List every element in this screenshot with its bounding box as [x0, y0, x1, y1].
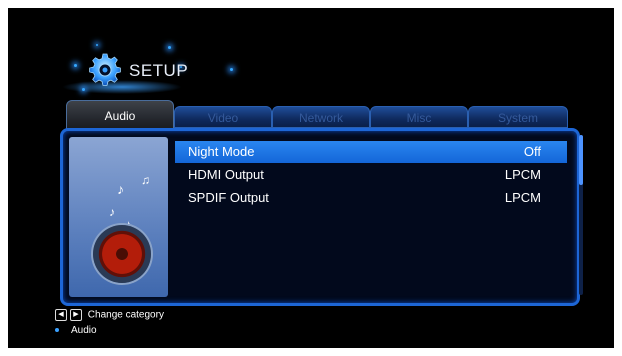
tab-network[interactable]: Network [272, 106, 370, 128]
help-text: Change category [87, 309, 164, 321]
setting-row-night-mode[interactable]: Night Mode Off [175, 141, 567, 163]
setting-row-hdmi-output[interactable]: HDMI Output LPCM [175, 164, 567, 186]
page-title: SETUP [129, 61, 189, 80]
bullet-icon [55, 328, 59, 333]
header-swoosh [62, 80, 182, 94]
setting-row-spdif-output[interactable]: SPDIF Output LPCM [175, 187, 567, 209]
setup-header: SETUP [62, 46, 262, 94]
setting-value: Off [523, 144, 541, 159]
tab-video[interactable]: Video [174, 106, 272, 128]
setting-label: HDMI Output [188, 167, 264, 182]
tab-misc[interactable]: Misc [370, 106, 468, 128]
arrow-left-icon: ◀ [55, 309, 67, 321]
scrollbar-thumb[interactable] [579, 135, 583, 185]
arrow-right-icon: ▶ [70, 309, 82, 321]
help-current-category: Audio [55, 325, 97, 336]
music-note-icon: ♪ [109, 205, 115, 219]
help-change-category: ◀ ▶ Change category [55, 309, 164, 321]
category-illustration: ♪ ♫ ♪ ♪ [69, 137, 168, 297]
music-note-icon: ♪ [117, 181, 124, 197]
settings-list: Night Mode Off HDMI Output LPCM SPDIF Ou… [175, 141, 567, 210]
category-tabs: Audio Video Network Misc System [60, 100, 580, 130]
music-note-icon: ♫ [141, 173, 150, 187]
setting-value: LPCM [504, 190, 541, 205]
speaker-icon [93, 225, 151, 283]
settings-panel: ♪ ♫ ♪ ♪ Night Mode Off HDMI Output LPCM … [60, 128, 580, 306]
setting-label: Night Mode [188, 144, 255, 159]
current-category-label: Audio [71, 325, 97, 336]
gear-icon [89, 53, 121, 86]
tab-audio[interactable]: Audio [66, 100, 174, 130]
setting-label: SPDIF Output [188, 190, 269, 205]
setting-value: LPCM [504, 167, 541, 182]
scrollbar[interactable] [579, 135, 583, 295]
tab-system[interactable]: System [468, 106, 568, 128]
